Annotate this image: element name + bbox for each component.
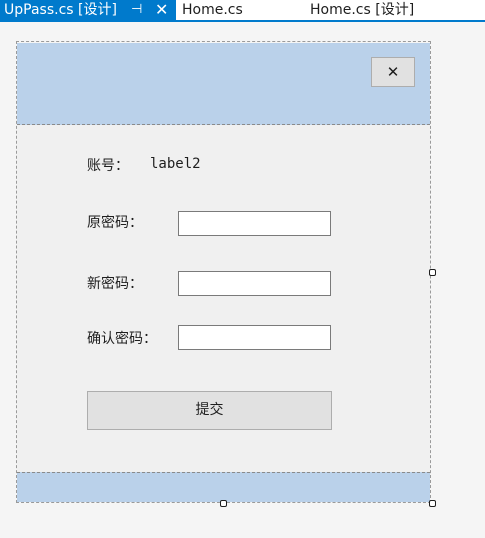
close-icon[interactable]: ✕ — [155, 0, 168, 20]
account-value: label2 — [150, 156, 201, 172]
resize-handle-bottom-right[interactable] — [429, 500, 436, 507]
confirm-password-label: 确认密码： — [87, 331, 157, 347]
tab-strip-underline — [0, 20, 485, 22]
tab-label: Home.cs — [182, 2, 243, 18]
footer-panel[interactable] — [17, 472, 430, 502]
tab-label: Home.cs [设计] — [310, 2, 415, 18]
change-password-form[interactable]: ✕ 账号： label2 原密码： 新密码： 确认密码： 提交 — [17, 43, 430, 502]
tab-home-cs[interactable]: Home.cs — [182, 0, 243, 20]
pin-icon[interactable]: ⊣ — [131, 0, 142, 20]
document-tab-strip: UpPass.cs [设计] ⊣ ✕ Home.cs Home.cs [设计] — [0, 0, 485, 20]
form-close-button[interactable]: ✕ — [371, 57, 415, 87]
account-label: 账号： — [87, 158, 129, 174]
confirm-password-input[interactable] — [178, 325, 331, 350]
submit-button[interactable]: 提交 — [87, 391, 332, 430]
resize-handle-right[interactable] — [429, 269, 436, 276]
new-password-input[interactable] — [178, 271, 331, 296]
tab-uppass-design[interactable]: UpPass.cs [设计] ⊣ ✕ — [0, 0, 176, 20]
old-password-input[interactable] — [178, 211, 331, 236]
tab-home-design[interactable]: Home.cs [设计] — [310, 0, 414, 20]
header-panel[interactable]: ✕ — [17, 43, 430, 125]
old-password-label: 原密码： — [87, 215, 143, 231]
new-password-label: 新密码： — [87, 276, 143, 292]
tab-label: UpPass.cs [设计] — [4, 2, 117, 18]
resize-handle-bottom[interactable] — [220, 500, 227, 507]
